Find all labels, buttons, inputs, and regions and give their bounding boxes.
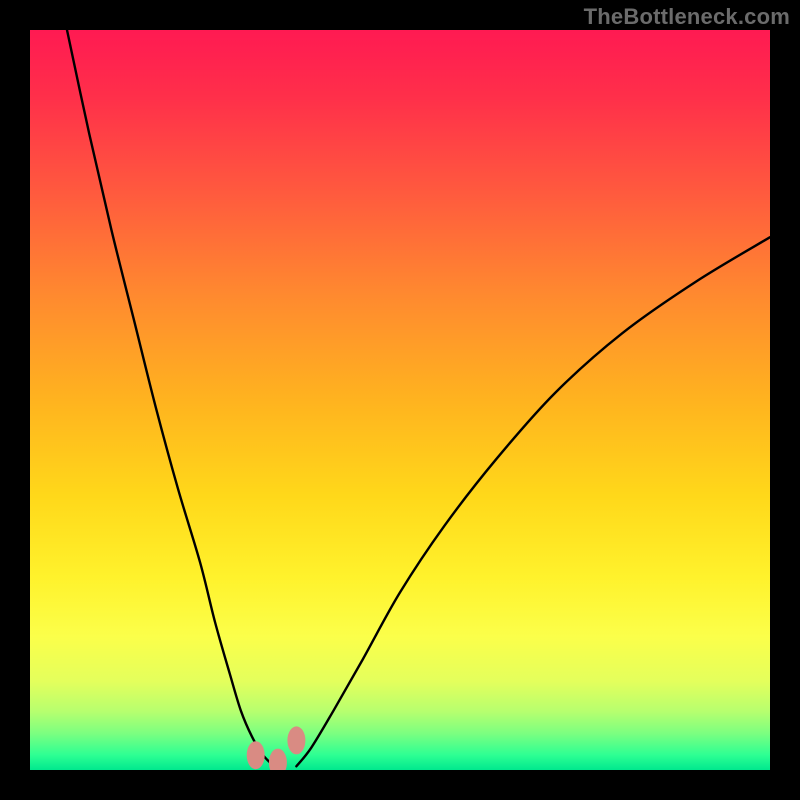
watermark-text: TheBottleneck.com [584,4,790,30]
chart-frame: TheBottleneck.com [0,0,800,800]
trough-marker [247,741,265,769]
plot-area [30,30,770,770]
left-branch-curve [67,30,274,766]
right-branch-curve [296,237,770,766]
curve-layer [30,30,770,770]
trough-marker [269,749,287,770]
trough-markers [247,726,306,770]
trough-marker [287,726,305,754]
